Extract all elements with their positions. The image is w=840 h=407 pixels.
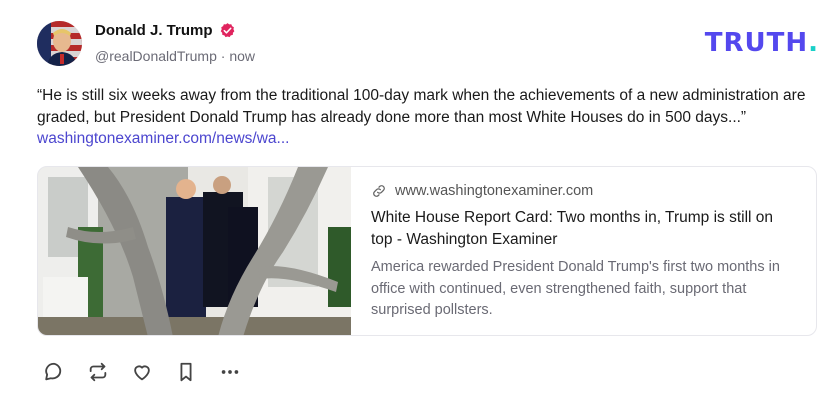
bookmark-button[interactable] xyxy=(174,360,198,384)
post-link[interactable]: washingtonexaminer.com/news/wa... xyxy=(37,130,289,147)
ellipsis-icon xyxy=(221,370,239,374)
card-title: White House Report Card: Two months in, … xyxy=(371,209,774,248)
truth-post: Donald J. Trump @realDonaldTrump · now T… xyxy=(0,0,840,407)
avatar-image xyxy=(37,21,82,66)
verified-badge-icon xyxy=(219,22,236,39)
bookmark-icon xyxy=(180,362,192,382)
author-name-row: Donald J. Trump xyxy=(95,22,236,39)
speech-bubble-icon xyxy=(45,362,62,381)
link-preview-card[interactable]: www.washingtonexaminer.com White House R… xyxy=(37,166,817,336)
truth-logo[interactable]: TRUTH. xyxy=(705,28,819,58)
card-domain-row: www.washingtonexaminer.com xyxy=(371,183,791,199)
logo-dot: . xyxy=(808,28,819,58)
logo-text: TRUTH xyxy=(704,28,809,58)
post-timestamp[interactable]: now xyxy=(229,48,255,64)
like-button[interactable] xyxy=(130,360,154,384)
heart-icon xyxy=(134,365,150,381)
post-actions xyxy=(42,360,242,384)
link-icon xyxy=(371,183,387,199)
author-display-name[interactable]: Donald J. Trump xyxy=(95,22,213,39)
more-options-button[interactable] xyxy=(218,360,242,384)
reply-button[interactable] xyxy=(42,360,66,384)
meta-separator: · xyxy=(220,48,226,64)
card-description: America rewarded President Donald Trump'… xyxy=(371,259,780,318)
author-handle[interactable]: @realDonaldTrump xyxy=(95,48,217,64)
repost-icon xyxy=(89,362,107,382)
post-body-text: “He is still six weeks away from the tra… xyxy=(37,87,806,126)
article-photo xyxy=(38,167,351,335)
post-content: “He is still six weeks away from the tra… xyxy=(37,85,827,150)
card-domain: www.washingtonexaminer.com xyxy=(395,183,594,199)
retruth-button[interactable] xyxy=(86,360,110,384)
card-body: www.washingtonexaminer.com White House R… xyxy=(371,183,791,322)
author-meta: @realDonaldTrump · now xyxy=(95,48,255,64)
avatar[interactable] xyxy=(37,21,82,66)
